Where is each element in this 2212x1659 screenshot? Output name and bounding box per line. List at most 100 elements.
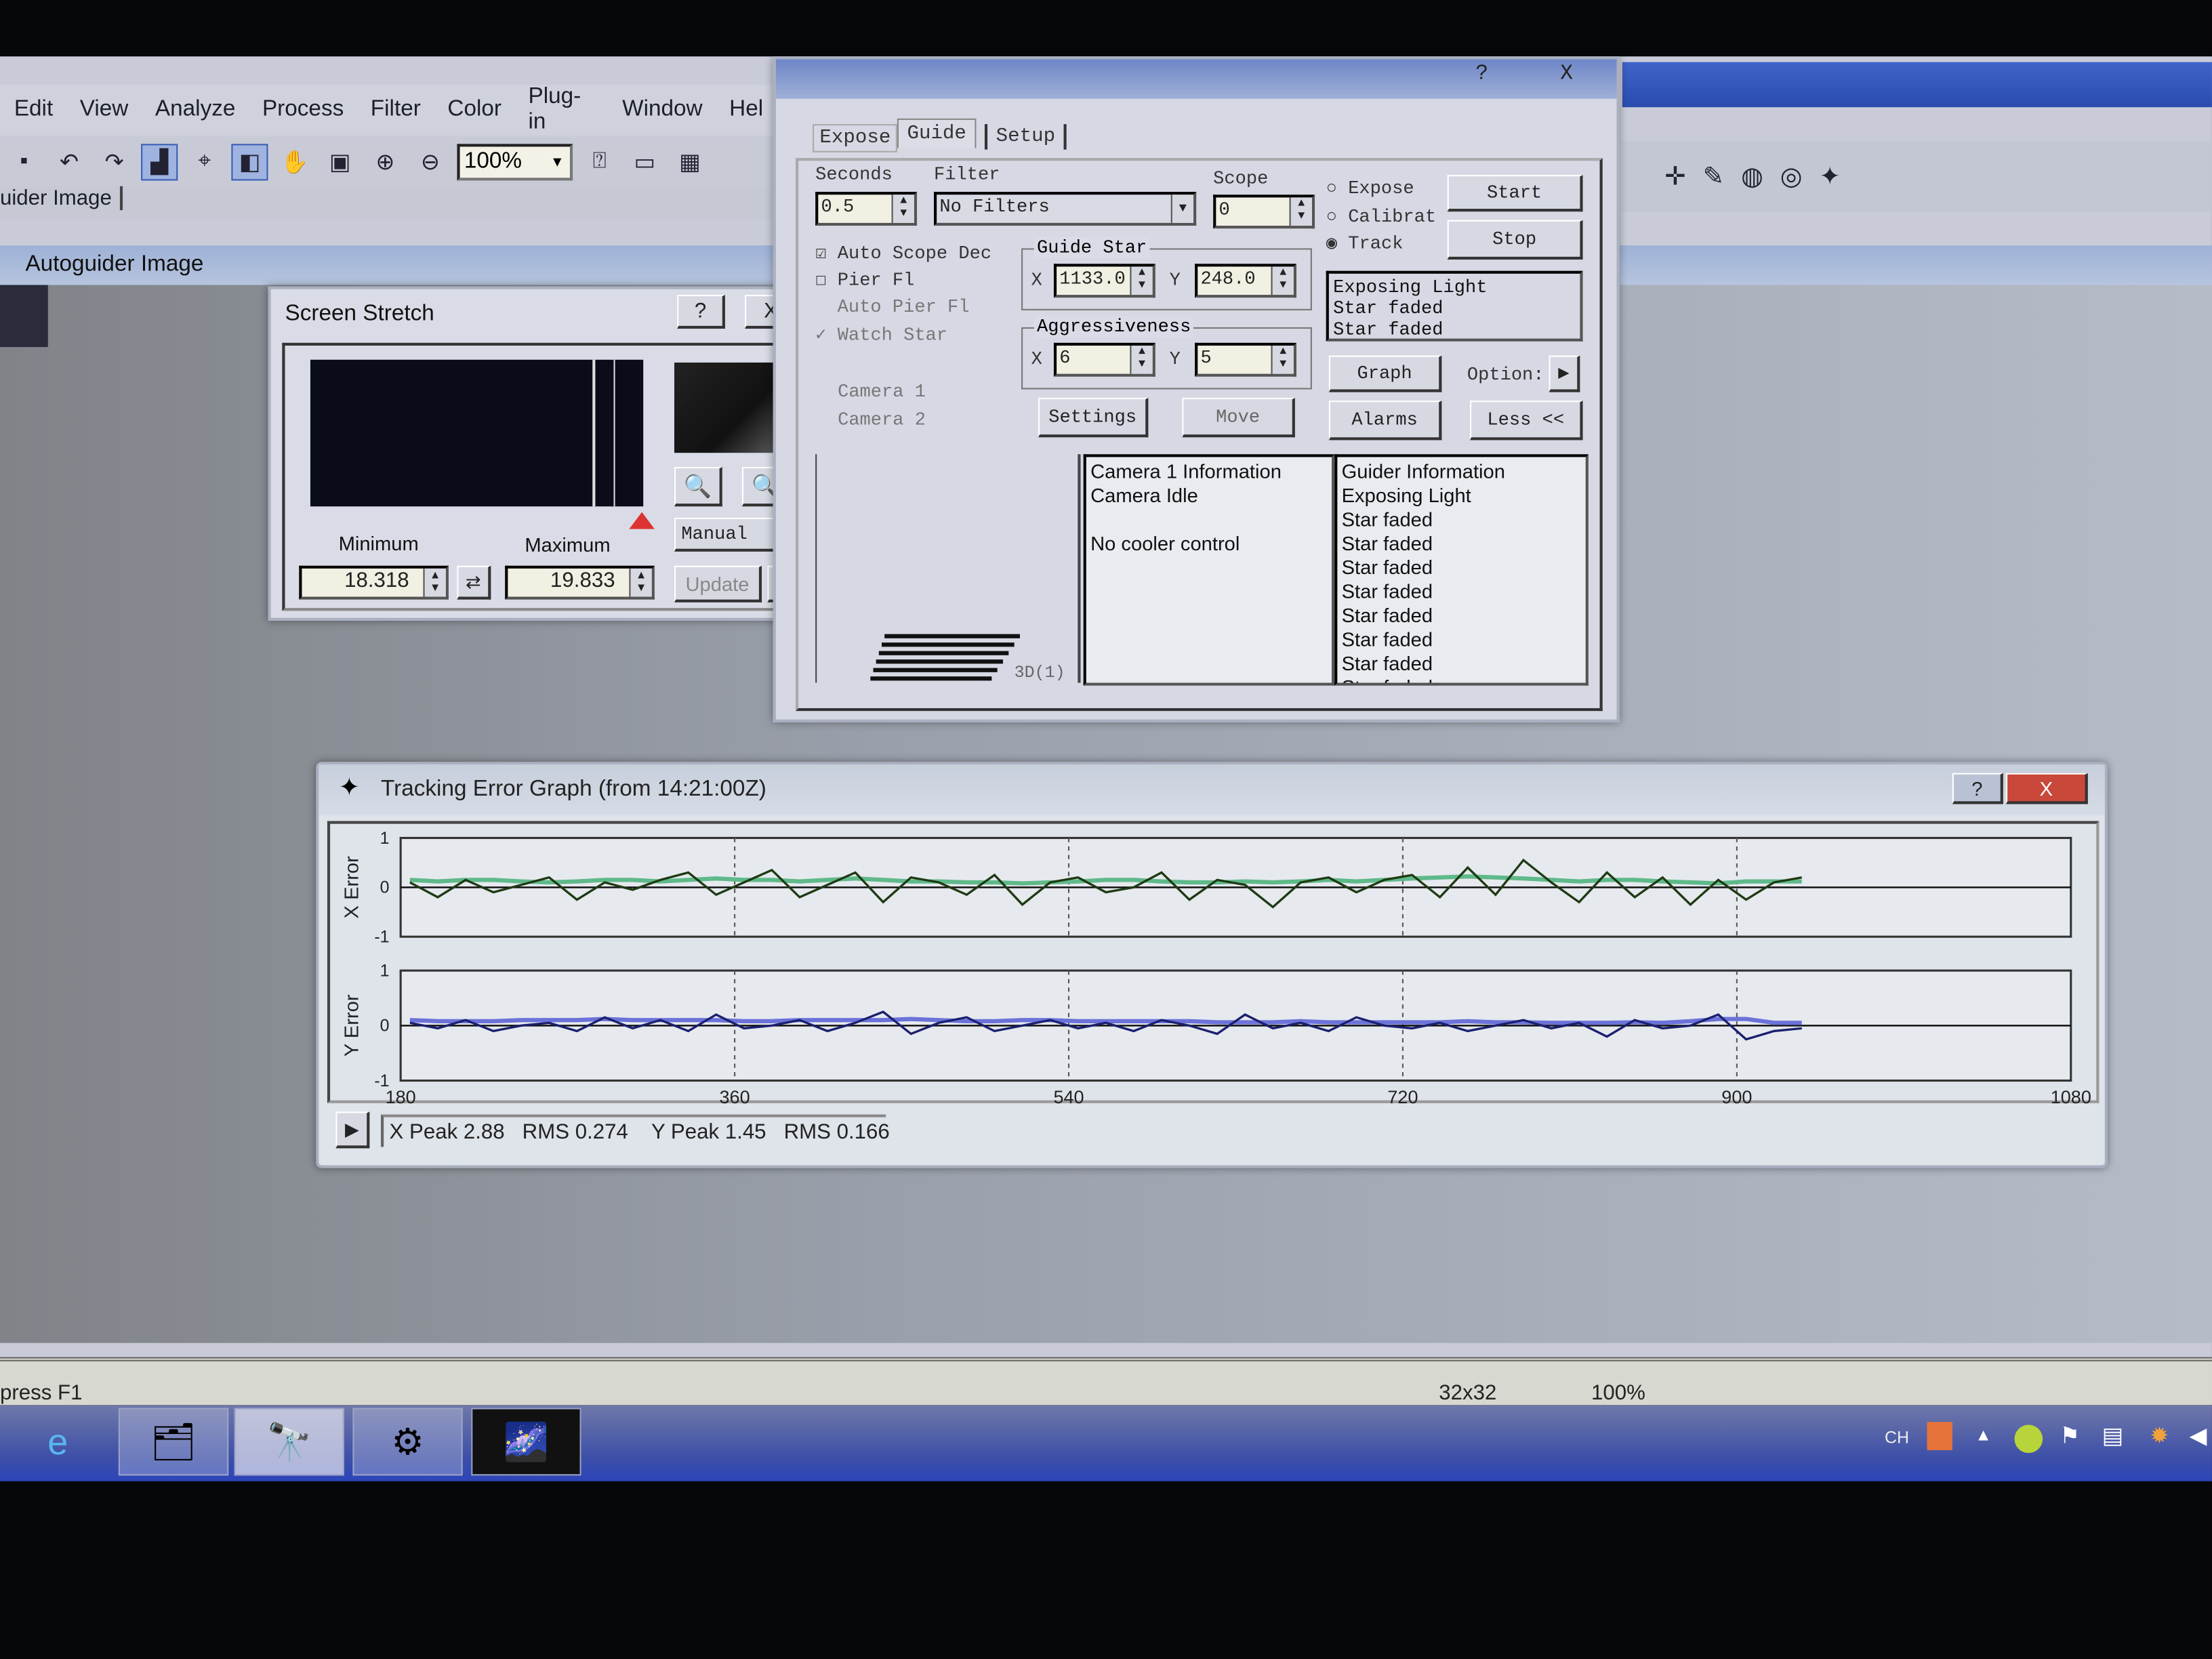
menu-window[interactable]: Window — [608, 98, 715, 123]
zoom-out-icon[interactable]: ⊖ — [412, 144, 449, 180]
camera-app-icon[interactable]: ⚙ — [352, 1408, 463, 1476]
seconds-input[interactable]: 0.5 ▲ ▼ — [815, 192, 918, 226]
filter-value: No Filters — [939, 196, 1050, 218]
zoom-in-icon[interactable]: ⊕ — [367, 144, 403, 180]
aggressiveness-x-input[interactable]: 6 ▲ ▼ — [1053, 342, 1155, 377]
radio-expose[interactable]: ○ Expose — [1326, 178, 1414, 199]
redo-icon[interactable]: ↷ — [96, 144, 133, 180]
tray-app-icon[interactable] — [2014, 1425, 2043, 1454]
help-button[interactable]: ? — [1475, 62, 1488, 86]
flag-icon[interactable]: ⚑ — [2060, 1422, 2080, 1450]
menu-analyze[interactable]: Analyze — [141, 98, 248, 123]
radio-calibrate[interactable]: ○ Calibrat — [1326, 206, 1436, 227]
guide-star-y-input[interactable]: 248.0 ▲ ▼ — [1195, 264, 1296, 298]
arrows-icon[interactable]: ✛ — [1664, 161, 1685, 191]
histogram-icon[interactable]: ▟ — [141, 144, 178, 181]
start-button[interactable]: Start — [1447, 175, 1583, 212]
menu-process[interactable]: Process — [248, 98, 356, 123]
grid-icon[interactable]: ▦ — [672, 144, 708, 180]
planets-icon[interactable]: ◎ — [1780, 161, 1803, 191]
close-button[interactable]: X — [1560, 62, 1573, 86]
graph-button[interactable]: Graph — [1328, 355, 1442, 392]
zoom-select[interactable]: 100% ▼ — [457, 144, 573, 181]
telescope-app-icon[interactable]: 🔭 — [234, 1408, 344, 1476]
spinner[interactable]: ▲ ▼ — [1130, 266, 1153, 295]
options-arrow-icon[interactable]: ▶ — [1549, 355, 1580, 392]
seconds-spinner[interactable]: ▲ ▼ — [891, 194, 914, 223]
tab-setup[interactable]: Setup — [984, 124, 1067, 150]
y-axis-label: Y Error — [342, 994, 363, 1057]
radio-track[interactable]: ◉ Track — [1326, 232, 1404, 253]
star-icon[interactable]: ✦ — [1819, 161, 1840, 191]
stretch-icon[interactable]: ◧ — [231, 144, 268, 181]
maximum-slider-icon[interactable] — [629, 512, 655, 529]
pencil-icon[interactable]: ✎ — [1703, 161, 1724, 191]
menu-edit[interactable]: Edit — [0, 98, 66, 123]
play-icon[interactable]: ▶ — [335, 1111, 370, 1149]
language-indicator-icon[interactable]: CH — [1885, 1428, 1909, 1448]
ruler-icon[interactable]: ▭ — [626, 144, 663, 180]
aggressiveness-y-input[interactable]: 5 ▲ ▼ — [1195, 342, 1296, 377]
save-icon[interactable]: ▪ — [5, 144, 42, 180]
y-tick-label: -1 — [374, 928, 389, 947]
autoguider-image — [0, 285, 48, 348]
checkbox-pier-flip[interactable]: ☐ Pier Fl — [815, 270, 914, 291]
info-icon[interactable]: ▣ — [322, 144, 359, 180]
menu-filter[interactable]: Filter — [356, 98, 434, 123]
x-tick-label: 900 — [1721, 1087, 1752, 1107]
filter-select[interactable]: No Filters ▼ — [934, 192, 1197, 226]
less-button[interactable]: Less << — [1470, 401, 1583, 441]
update-button[interactable]: Update — [674, 565, 762, 602]
spinner[interactable]: ▲ ▼ — [1130, 345, 1153, 374]
tray-expand-icon[interactable]: ▲ — [1975, 1425, 1992, 1444]
sun-icon[interactable]: ✹ — [2150, 1422, 2169, 1450]
radio-camera-2[interactable]: Camera 2 — [827, 409, 926, 430]
checkbox-watch-star[interactable]: ✓ Watch Star — [815, 325, 947, 346]
crosshair-icon[interactable]: ⌖ — [186, 144, 223, 180]
alarms-button[interactable]: Alarms — [1328, 401, 1442, 441]
move-button[interactable]: Move — [1182, 398, 1295, 438]
stop-button[interactable]: Stop — [1447, 220, 1583, 260]
minimum-input[interactable]: 18.318 ▲ ▼ — [299, 565, 449, 600]
minimum-spinner[interactable]: ▲ ▼ — [423, 568, 446, 597]
tracking-error-chart: 10-1X Error10-1Y Error180 360 540 720 900 108… — [342, 829, 2091, 1107]
help-button[interactable]: ? — [677, 295, 725, 329]
menu-color[interactable]: Color — [434, 98, 514, 123]
hand-icon[interactable]: ✋ — [276, 144, 313, 180]
taskbar: e 🗂 🔭 ⚙ 🌌 CH ▲ ⚑ ▤ ✹ ◀ — [0, 1405, 2212, 1481]
x-label: X — [1031, 348, 1042, 370]
y-tick-label: 1 — [380, 829, 390, 848]
globe-icon[interactable]: ◍ — [1741, 161, 1763, 191]
zoom-in-button[interactable]: 🔍 — [674, 467, 722, 507]
volume-icon[interactable]: ◀ — [2190, 1422, 2207, 1450]
aggr-x-value: 6 — [1059, 347, 1071, 369]
scope-input[interactable]: 0 ▲ ▼ — [1213, 194, 1315, 229]
tab-expose[interactable]: Expose — [813, 124, 898, 152]
file-explorer-icon[interactable]: 🗂 — [118, 1408, 229, 1476]
spinner[interactable]: ▲ ▼ — [1271, 266, 1294, 295]
radio-camera-1[interactable]: Camera 1 — [827, 381, 926, 402]
document-tab[interactable]: uider Image — [0, 186, 790, 220]
spinner[interactable]: ▲ ▼ — [1271, 345, 1294, 374]
checkbox-auto-pier-flip[interactable]: Auto Pier Fl — [815, 296, 970, 317]
maximum-spinner[interactable]: ▲ ▼ — [629, 568, 652, 597]
settings-button[interactable]: Settings — [1038, 398, 1149, 438]
radio-label: Camera 2 — [838, 409, 926, 430]
context-help-icon[interactable]: ⍰ — [581, 144, 618, 180]
checkbox-auto-scope-dec[interactable]: ☑ Auto Scope Dec — [815, 243, 991, 264]
tab-guide[interactable]: Guide — [897, 118, 977, 148]
input-method-icon[interactable] — [1927, 1422, 1952, 1450]
swap-icon[interactable]: ⇄ — [457, 565, 491, 600]
guide-star-x-input[interactable]: 1133.0 ▲ ▼ — [1053, 264, 1155, 298]
undo-icon[interactable]: ↶ — [51, 144, 87, 180]
menu-plugin[interactable]: Plug-in — [514, 85, 609, 136]
network-icon[interactable]: ▤ — [2102, 1422, 2123, 1450]
internet-explorer-icon[interactable]: e — [3, 1408, 112, 1475]
sky-app-icon[interactable]: 🌌 — [471, 1408, 581, 1476]
logo-icon — [870, 634, 1020, 681]
maximum-input[interactable]: 19.833 ▲ ▼ — [505, 565, 655, 600]
menu-help[interactable]: Hel — [715, 98, 776, 123]
menu-view[interactable]: View — [66, 98, 141, 123]
camera-info-line: Camera Idle — [1090, 483, 1198, 507]
scope-spinner[interactable]: ▲ ▼ — [1289, 197, 1312, 226]
